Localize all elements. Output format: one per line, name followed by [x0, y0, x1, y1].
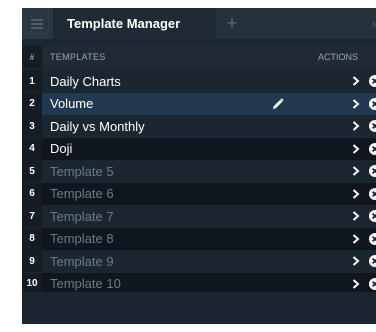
close-circle-icon[interactable]: [369, 183, 376, 205]
row-index: 3: [22, 115, 42, 137]
menu-button[interactable]: [22, 8, 52, 39]
row-actions: [314, 138, 376, 160]
table-row[interactable]: 2 Volume: [22, 92, 376, 115]
close-circle-icon[interactable]: [369, 70, 376, 92]
chevron-right-icon[interactable]: [352, 115, 360, 137]
table-row[interactable]: 3 Daily vs Monthly: [22, 115, 376, 137]
tab-template-manager[interactable]: Template Manager: [53, 8, 216, 39]
row-actions: [314, 93, 376, 115]
pencil-icon[interactable]: [272, 93, 284, 115]
templates-header: TEMPLATES: [50, 52, 106, 62]
row-index: 9: [22, 250, 42, 272]
actions-header: ACTIONS: [318, 52, 359, 62]
row-actions: [314, 160, 376, 182]
chevron-right-icon[interactable]: [352, 250, 360, 272]
tab-bar: Template Manager + ›: [22, 8, 376, 39]
table-row[interactable]: 4 Doji: [22, 137, 376, 160]
chevron-right-icon[interactable]: [352, 228, 360, 250]
row-actions: [314, 205, 376, 227]
table-row[interactable]: 7 Template 7: [22, 205, 376, 227]
close-circle-icon[interactable]: [369, 93, 376, 115]
template-manager-panel: Template Manager + › # TEMPLATES ACTIONS…: [22, 8, 376, 324]
add-tab-button[interactable]: +: [219, 8, 245, 39]
row-actions: [314, 183, 376, 205]
template-name[interactable]: Template 9: [42, 250, 314, 272]
row-index: 2: [22, 92, 42, 115]
close-circle-icon[interactable]: [369, 160, 376, 182]
row-index: 7: [22, 205, 42, 227]
row-index: 6: [22, 182, 42, 205]
close-circle-icon[interactable]: [369, 138, 376, 160]
template-name[interactable]: Template 7: [42, 205, 314, 227]
chevron-right-icon[interactable]: [352, 138, 360, 160]
chevron-right-icon[interactable]: [352, 183, 360, 205]
template-name[interactable]: Template 6: [42, 183, 314, 205]
tab-scroll-right-icon[interactable]: ›: [366, 8, 376, 39]
row-index: 8: [22, 227, 42, 250]
index-header: #: [22, 46, 42, 68]
chevron-right-icon[interactable]: [352, 93, 360, 115]
table-row[interactable]: 1 Daily Charts: [22, 70, 376, 92]
template-name[interactable]: Template 8: [42, 228, 314, 250]
close-circle-icon[interactable]: [369, 115, 376, 137]
row-index: 5: [22, 160, 42, 182]
row-index: 4: [22, 137, 42, 160]
close-circle-icon[interactable]: [369, 250, 376, 272]
row-index: 1: [22, 70, 42, 92]
table-row[interactable]: 6 Template 6: [22, 182, 376, 205]
table-header: # TEMPLATES ACTIONS: [22, 46, 376, 68]
table-row[interactable]: 9 Template 9: [22, 250, 376, 272]
close-circle-icon[interactable]: [369, 205, 376, 227]
template-name[interactable]: Doji: [42, 138, 314, 160]
template-name[interactable]: Daily Charts: [42, 70, 314, 92]
table-row[interactable]: 5 Template 5: [22, 160, 376, 182]
template-name[interactable]: Daily vs Monthly: [42, 115, 314, 137]
template-name[interactable]: Template 5: [42, 160, 314, 182]
row-actions: [314, 115, 376, 137]
row-actions: [314, 228, 376, 250]
chevron-right-icon[interactable]: [352, 205, 360, 227]
table-row[interactable]: 8 Template 8: [22, 227, 376, 250]
chevron-right-icon[interactable]: [352, 70, 360, 92]
row-actions: [314, 70, 376, 92]
panel-footer: [22, 292, 376, 324]
chevron-right-icon[interactable]: [352, 160, 360, 182]
close-circle-icon[interactable]: [369, 228, 376, 250]
hamburger-icon: [31, 18, 43, 29]
row-actions: [314, 250, 376, 272]
